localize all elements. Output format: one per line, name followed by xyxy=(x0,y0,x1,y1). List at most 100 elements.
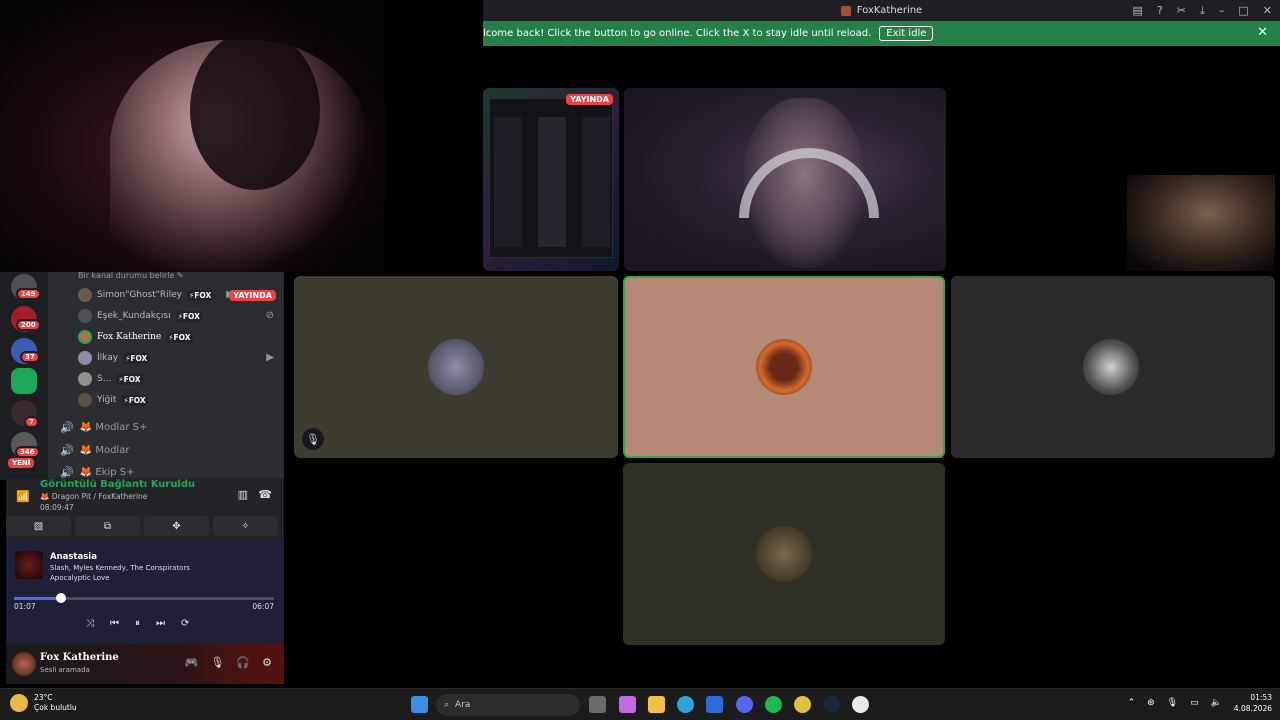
idle-banner: lcome back! Click the button to go onlin… xyxy=(483,21,1280,46)
user-tag: ⚡FOX xyxy=(116,373,143,385)
screen-share-button[interactable]: ⧉ xyxy=(75,516,140,536)
user-panel: Fox Katherine Sesli aramada 🎮 🎙 🎧 ⚙ xyxy=(6,644,284,684)
progress-knob[interactable] xyxy=(55,593,66,603)
channel-name: 🦊 Modlar S+ xyxy=(79,422,148,433)
tools-icon[interactable]: ✂ xyxy=(1177,4,1186,17)
previous-icon[interactable]: ⏮ xyxy=(110,618,119,629)
server-rail: 149 200 37 7 346 YENİ xyxy=(0,272,48,480)
server-icon[interactable] xyxy=(11,368,37,394)
status-hint[interactable]: Bir kanal durumu belirle ✎ xyxy=(78,272,184,280)
voice-user[interactable]: Eşek_Kundakçısı ⚡FOX xyxy=(78,306,202,326)
repeat-icon[interactable]: ⟳ xyxy=(181,618,189,629)
song-album[interactable]: Apocalyptic Love xyxy=(50,574,109,582)
copilot-icon[interactable] xyxy=(619,696,636,713)
window-title: FoxKatherine xyxy=(856,5,923,16)
connection-status[interactable]: Görüntülü Bağlantı Kuruldu xyxy=(40,479,195,490)
unread-badge: 7 xyxy=(24,416,39,428)
network-app-icon[interactable]: ⊛ xyxy=(1147,698,1155,708)
soundboard-button[interactable]: ✧ xyxy=(213,516,278,536)
time: 01:53 xyxy=(1250,693,1272,702)
gamepad-icon[interactable]: 🎮 xyxy=(185,656,199,669)
store-icon[interactable] xyxy=(706,696,723,713)
speaker-icon[interactable]: 🔈 xyxy=(1211,698,1222,708)
steam-icon[interactable] xyxy=(823,696,840,713)
help-icon[interactable]: ? xyxy=(1157,4,1163,17)
voice-channel[interactable]: 🔊 🦊 Modlar S+ xyxy=(60,421,147,434)
voice-user[interactable]: Fox Katherine ⚡FOX xyxy=(78,327,193,347)
participant-video-tile-2[interactable] xyxy=(1127,175,1275,271)
exit-idle-button[interactable]: Exit idle xyxy=(879,26,934,41)
voice-channel[interactable]: 🔊 🦊 Modlar xyxy=(60,444,129,457)
user-name: Eşek_Kundakçısı xyxy=(97,311,171,321)
app-icon[interactable] xyxy=(852,696,869,713)
download-icon[interactable]: ⤓ xyxy=(1200,4,1205,18)
taskbar-search[interactable]: ⌕ Ara xyxy=(436,694,580,716)
avatar xyxy=(428,339,484,395)
avatar xyxy=(1083,339,1139,395)
song-artist[interactable]: Slash, Myles Kennedy, The Conspirators xyxy=(50,564,190,572)
participant-tile[interactable]: 🎙 xyxy=(294,276,618,458)
discord-icon[interactable] xyxy=(736,696,753,713)
unread-badge: 200 xyxy=(16,319,41,331)
pause-icon[interactable]: ⏸ xyxy=(135,618,140,629)
album-art xyxy=(15,551,43,579)
avatar xyxy=(78,393,92,407)
minimize-button[interactable]: – xyxy=(1219,4,1225,17)
next-icon[interactable]: ⏭ xyxy=(156,618,165,629)
screen-share-tile[interactable]: YAYINDA xyxy=(483,88,619,271)
search-icon: ⌕ xyxy=(444,700,450,710)
noise-suppression-icon[interactable]: ▥ xyxy=(238,488,248,501)
user-name: Simon"Ghost"Riley xyxy=(97,290,182,300)
date: 4.08.2026 xyxy=(1233,704,1272,713)
participant-video-tile[interactable] xyxy=(624,88,946,271)
chrome-icon[interactable] xyxy=(794,696,811,713)
live-badge: YAYINDA xyxy=(566,94,613,105)
file-explorer-icon[interactable] xyxy=(648,696,665,713)
user-tag: ⚡FOX xyxy=(187,289,214,301)
elapsed-time: 08:09:47 xyxy=(40,503,74,512)
voice-user[interactable]: İlkay ⚡FOX xyxy=(78,348,150,368)
banner-close-icon[interactable]: ✕ xyxy=(1257,25,1268,40)
song-title[interactable]: Anastasia xyxy=(50,552,97,562)
headphones-icon[interactable]: 🎧 xyxy=(236,656,250,669)
spotify-icon[interactable] xyxy=(765,696,782,713)
microphone-icon[interactable]: 🎙 xyxy=(1167,698,1178,708)
disconnect-icon[interactable]: ☎ xyxy=(258,488,272,501)
voice-user[interactable]: Simon"Ghost"Riley ⚡FOX xyxy=(78,285,214,305)
voice-user[interactable]: Yiğit ⚡FOX xyxy=(78,390,148,410)
channel-name: 🦊 Ekip S+ xyxy=(79,467,135,478)
chevron-up-icon[interactable]: ⌃ xyxy=(1128,698,1136,708)
user-name: S... xyxy=(97,374,112,384)
user-avatar[interactable] xyxy=(12,652,36,676)
weather-widget[interactable]: 23°C Çok bulutlu xyxy=(10,693,77,713)
edge-icon[interactable] xyxy=(677,696,694,713)
participant-tile-speaking[interactable] xyxy=(623,276,945,458)
task-view-icon[interactable] xyxy=(589,696,606,713)
start-icon[interactable] xyxy=(411,696,428,713)
progress-bar[interactable] xyxy=(14,593,274,603)
maximize-button[interactable]: □ xyxy=(1238,4,1248,17)
user-tag: ⚡FOX xyxy=(121,394,148,406)
avatar xyxy=(78,372,92,386)
clock[interactable]: 01:53 4.08.2026 xyxy=(1234,692,1272,714)
user-display-name[interactable]: Fox Katherine xyxy=(40,652,119,663)
music-player: Anastasia Slash, Myles Kennedy, The Cons… xyxy=(6,540,284,644)
participant-tile[interactable] xyxy=(951,276,1275,458)
temperature: 23°C xyxy=(34,693,53,702)
participant-tile[interactable] xyxy=(623,463,945,645)
voice-location[interactable]: 🦊 Dragon Pit / FoxKatherine xyxy=(40,492,147,501)
progress-fill xyxy=(14,597,61,600)
microphone-icon[interactable]: 🎙 xyxy=(210,656,224,669)
close-button[interactable]: ✕ xyxy=(1263,4,1272,17)
channel-list: Bir kanal durumu belirle ✎ Simon"Ghost"R… xyxy=(48,272,284,480)
shuffle-icon[interactable]: ⤨ xyxy=(86,618,94,629)
display-icon[interactable]: ▭ xyxy=(1190,698,1199,708)
camera-off-button[interactable]: ▧ xyxy=(6,516,71,536)
voice-user[interactable]: S... ⚡FOX xyxy=(78,369,143,389)
total-time: 06:07 xyxy=(252,602,274,611)
avatar xyxy=(78,288,92,302)
settings-icon[interactable]: ⚙ xyxy=(262,656,272,669)
user-tag: ⚡FOX xyxy=(166,331,193,343)
inbox-icon[interactable]: ▤ xyxy=(1133,4,1143,17)
activities-button[interactable]: ✥ xyxy=(144,516,209,536)
